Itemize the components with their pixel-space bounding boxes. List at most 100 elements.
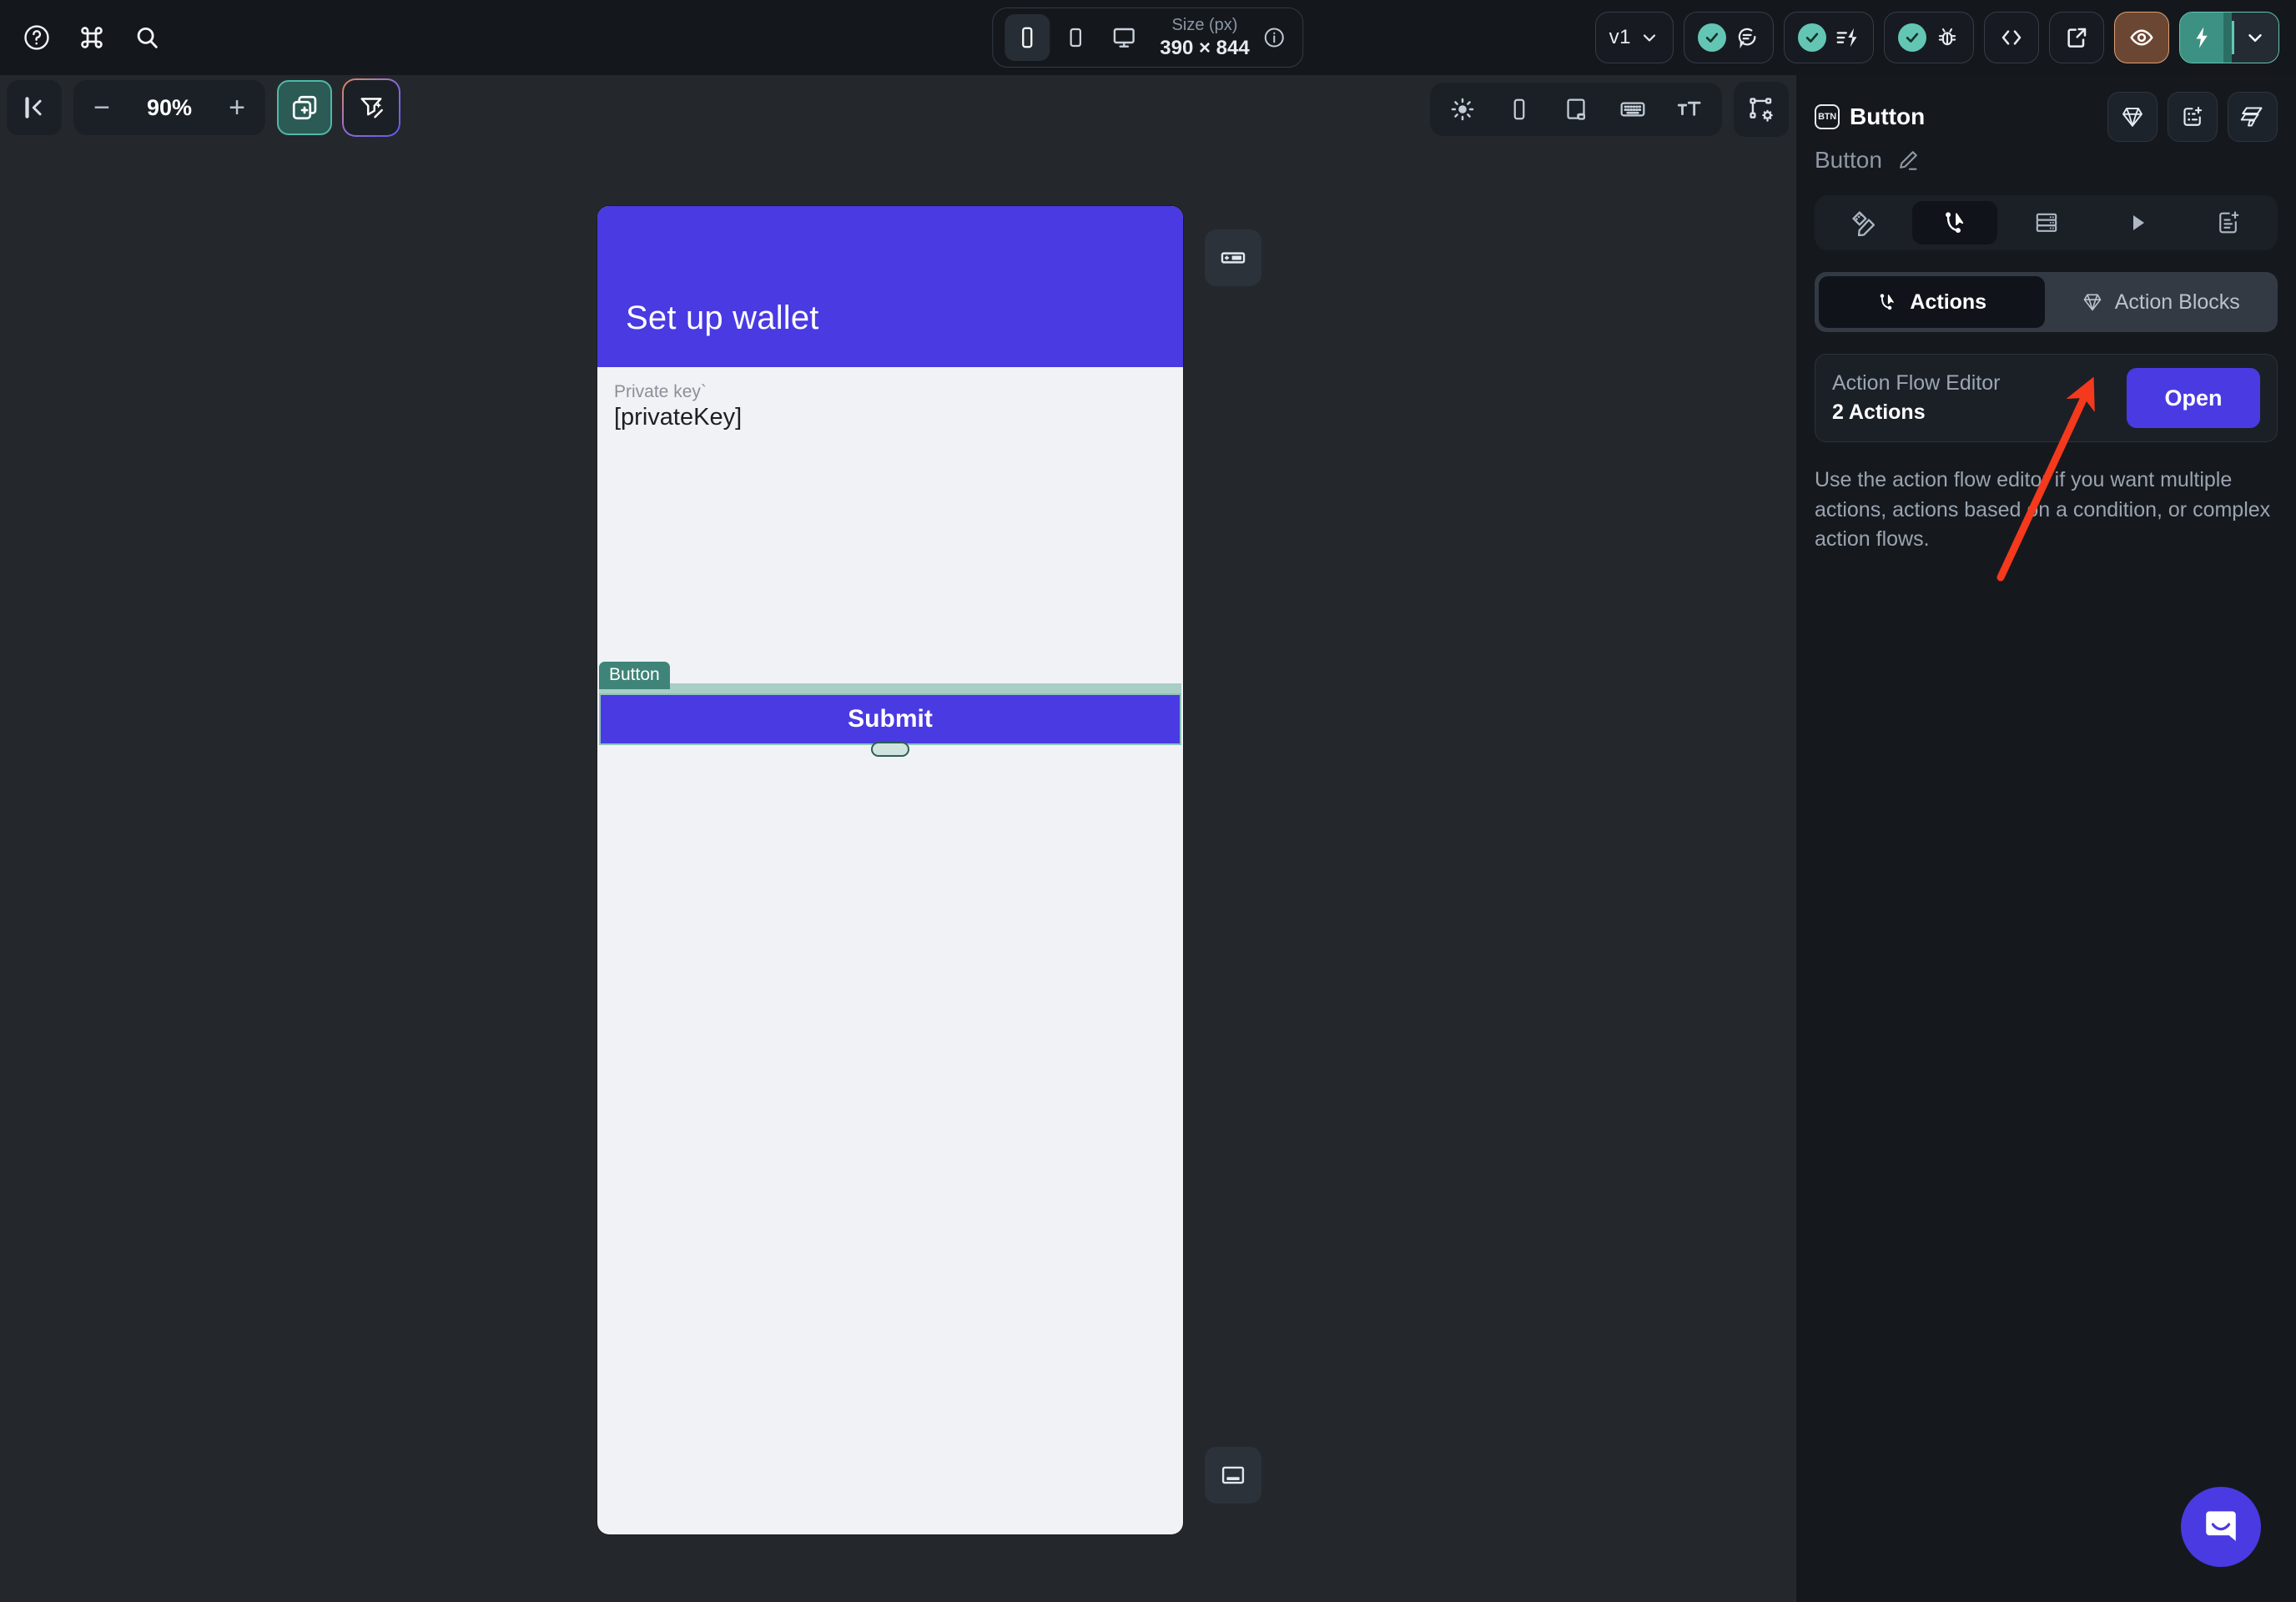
- action-flow-editor-description: Use the action flow editor if you want m…: [1815, 468, 2271, 551]
- open-action-flow-editor-button[interactable]: Open: [2127, 368, 2260, 428]
- performance-button[interactable]: [1784, 12, 1874, 63]
- segment-actions[interactable]: Actions: [1819, 276, 2045, 328]
- zoom-out-button[interactable]: −: [85, 91, 118, 124]
- tab-backend[interactable]: [2004, 201, 2088, 244]
- properties-panel: BTN Button Button Actions Action Blocks …: [1795, 75, 2296, 1602]
- chevron-down-icon: [1643, 34, 1656, 42]
- add-header-button[interactable]: [1205, 229, 1261, 286]
- selection-settings-button[interactable]: [1734, 82, 1789, 137]
- help-icon[interactable]: [18, 19, 55, 56]
- code-brackets-icon: [2001, 30, 2022, 45]
- diamond-icon: [2083, 294, 2102, 311]
- tab-notes[interactable]: [2187, 201, 2271, 244]
- device-phone-button[interactable]: [1004, 14, 1050, 61]
- responsive-layout-icon[interactable]: [1552, 88, 1600, 130]
- selection-settings-icon: [1750, 98, 1773, 122]
- layers-button[interactable]: [2228, 92, 2278, 142]
- action-node-icon: [1881, 294, 1895, 310]
- diamond-icon-button[interactable]: [2107, 92, 2158, 142]
- tab-properties[interactable]: [1821, 201, 1906, 244]
- device-tablet-button[interactable]: [1053, 14, 1098, 61]
- ai-design-button[interactable]: [344, 80, 399, 135]
- share-button[interactable]: [2049, 12, 2104, 63]
- preview-button[interactable]: [2114, 12, 2169, 63]
- canvas-size-label: Size (px) 390 × 844: [1160, 15, 1249, 61]
- canvas-toolbar-right: [1430, 82, 1789, 137]
- private-key-label: Private key`: [614, 382, 707, 401]
- add-variable-button[interactable]: [2168, 92, 2218, 142]
- action-flow-editor-info: Action Flow Editor 2 Actions: [1832, 371, 2000, 425]
- command-icon[interactable]: [73, 19, 110, 56]
- action-node-icon: [1946, 212, 1964, 234]
- debug-button[interactable]: [1884, 12, 1974, 63]
- panel-tab-bar: [1815, 195, 2278, 250]
- zoom-level-value: 90%: [146, 94, 193, 120]
- diamond-icon: [2122, 108, 2142, 127]
- play-icon: [2132, 215, 2144, 230]
- lightning-bolt-icon: [2196, 27, 2208, 48]
- publish-options-button[interactable]: [2232, 13, 2278, 63]
- top-toolbar: Size (px) 390 × 844 v1: [0, 0, 2296, 75]
- version-selector[interactable]: v1: [1594, 12, 1674, 63]
- add-layer-icon: [292, 95, 317, 120]
- typography-icon[interactable]: [1665, 88, 1714, 130]
- segment-actions-label: Actions: [1910, 290, 1987, 314]
- tab-run[interactable]: [2095, 201, 2179, 244]
- status-check-badge: [1698, 23, 1726, 52]
- add-footer-button[interactable]: [1205, 1447, 1261, 1504]
- publish-button[interactable]: [2180, 13, 2224, 63]
- external-link-icon: [2067, 28, 2087, 48]
- device-desktop-button[interactable]: [1101, 14, 1146, 61]
- status-check-badge: [1898, 23, 1926, 52]
- private-key-value[interactable]: [privateKey]: [614, 404, 1166, 431]
- segment-action-blocks[interactable]: Action Blocks: [2048, 276, 2274, 328]
- app-body: Private key` [privateKey]: [597, 367, 1183, 431]
- action-flow-editor-card: Action Flow Editor 2 Actions Open: [1815, 354, 2278, 442]
- search-icon[interactable]: [128, 19, 165, 56]
- action-flow-editor-count: 2 Actions: [1832, 400, 1926, 424]
- ai-magic-icon: [360, 98, 383, 118]
- status-check-badge: [1798, 23, 1826, 52]
- zoom-in-button[interactable]: +: [220, 91, 254, 124]
- bug-icon: [1938, 28, 1956, 46]
- panel-subtitle: Button: [1815, 147, 1882, 173]
- keyboard-icon[interactable]: [1609, 88, 1657, 130]
- device-frame-icon[interactable]: [1495, 88, 1543, 130]
- panel-header: BTN Button Button: [1796, 75, 2296, 174]
- comment-icon: [1738, 28, 1756, 49]
- lightning-lines-icon: [1836, 28, 1857, 48]
- eye-icon: [2130, 29, 2153, 46]
- canvas-view-tray: [1430, 83, 1722, 136]
- support-chat-button[interactable]: [2181, 1487, 2261, 1567]
- app-header-title: Set up wallet: [626, 300, 819, 336]
- code-button[interactable]: [1984, 12, 2039, 63]
- app-header: Set up wallet: [597, 206, 1183, 367]
- ruler-pencil-icon: [1852, 211, 1875, 237]
- database-icon: [2036, 213, 2057, 232]
- chevron-down-icon: [2248, 34, 2262, 43]
- design-canvas[interactable]: Set up wallet Private key` [privateKey] …: [0, 144, 1795, 1602]
- top-toolbar-right-actions: v1: [1594, 0, 2279, 75]
- layers-icon: [2240, 107, 2263, 127]
- submit-button[interactable]: Submit: [599, 693, 1181, 745]
- segment-action-blocks-label: Action Blocks: [2114, 290, 2240, 314]
- add-header-icon: [1221, 252, 1246, 264]
- phone-preview[interactable]: Set up wallet Private key` [privateKey] …: [597, 206, 1183, 1534]
- panel-title: Button: [1850, 103, 1926, 129]
- top-toolbar-left-icons: [18, 0, 165, 75]
- add-variable-icon: [2183, 106, 2203, 126]
- collapse-panel-icon: [25, 97, 42, 118]
- size-value: 390 × 844: [1160, 36, 1250, 59]
- publish-button-group[interactable]: [2179, 12, 2279, 63]
- theme-sun-icon[interactable]: [1438, 88, 1487, 130]
- selection-label-badge: Button: [599, 662, 670, 689]
- collapse-panel-button[interactable]: [7, 80, 62, 135]
- info-icon[interactable]: [1258, 21, 1292, 54]
- comments-button[interactable]: [1684, 12, 1774, 63]
- tab-actions[interactable]: [1912, 201, 1997, 244]
- add-component-button[interactable]: [277, 80, 332, 135]
- add-note-icon: [2219, 211, 2239, 234]
- resize-handle[interactable]: [871, 742, 909, 757]
- edit-name-button[interactable]: [1896, 148, 1921, 173]
- version-label: v1: [1609, 26, 1631, 48]
